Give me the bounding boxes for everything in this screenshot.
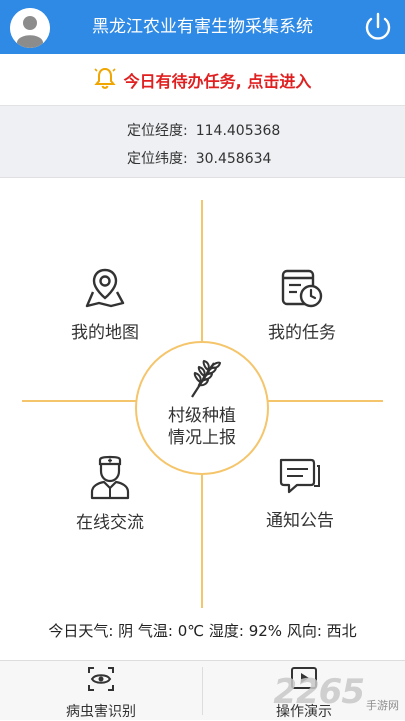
menu-online-chat[interactable]: 在线交流 — [55, 454, 165, 533]
task-clock-icon — [281, 269, 323, 308]
latitude-value: 30.458634 — [195, 151, 272, 167]
todo-banner[interactable]: 今日有待办任务, 点击进入 — [0, 54, 405, 106]
watermark-number: 2265 — [273, 672, 365, 712]
message-icon — [279, 458, 320, 494]
map-pin-icon — [85, 268, 125, 308]
menu-notice-label: 通知公告 — [266, 511, 334, 531]
menu-online-chat-label: 在线交流 — [76, 513, 144, 533]
wheat-icon — [191, 359, 222, 398]
todo-text: 今日有待办任务, 点击进入 — [123, 71, 312, 91]
main-menu-grid: 我的地图 我的任务 村级种植 情况上报 在线交流 通知公告 — [0, 178, 405, 608]
menu-my-map-label: 我的地图 — [71, 323, 139, 343]
app-header: 黑龙江农业有害生物采集系统 — [0, 0, 405, 54]
center-label-line1: 村级种植 — [168, 406, 236, 426]
menu-my-task[interactable]: 我的任务 — [252, 266, 352, 343]
menu-village-report-label: 村级种植 情况上报 — [137, 405, 267, 449]
location-panel: 定位经度: 114.405368 定位纬度: 30.458634 — [0, 106, 405, 178]
center-label-line2: 情况上报 — [168, 428, 236, 448]
weather-info: 今日天气: 阴 气温: 0℃ 湿度: 92% 风向: 西北 — [48, 622, 357, 640]
doctor-icon — [90, 455, 130, 500]
tab-pest-identify-label: 病虫害识别 — [66, 704, 136, 720]
longitude-row: 定位经度: 114.405368 — [127, 120, 280, 140]
power-icon[interactable] — [361, 10, 395, 44]
longitude-value: 114.405368 — [195, 123, 281, 139]
latitude-label: 定位纬度: — [127, 151, 188, 167]
longitude-label: 定位经度: — [127, 123, 188, 139]
menu-my-map[interactable]: 我的地图 — [55, 266, 155, 343]
latitude-row: 定位纬度: 30.458634 — [127, 148, 271, 168]
menu-notice[interactable]: 通知公告 — [245, 454, 355, 531]
site-watermark: 2265 手游网 — [273, 672, 399, 712]
bottom-tab-bar: 病虫害识别 操作演示 2265 手游网 — [0, 660, 405, 720]
eye-scan-icon — [88, 667, 114, 691]
menu-my-task-label: 我的任务 — [268, 323, 336, 343]
bell-icon — [94, 66, 116, 94]
tab-pest-identify[interactable]: 病虫害识别 — [0, 665, 202, 721]
page-title: 黑龙江农业有害生物采集系统 — [92, 17, 313, 37]
watermark-text: 手游网 — [366, 699, 399, 712]
